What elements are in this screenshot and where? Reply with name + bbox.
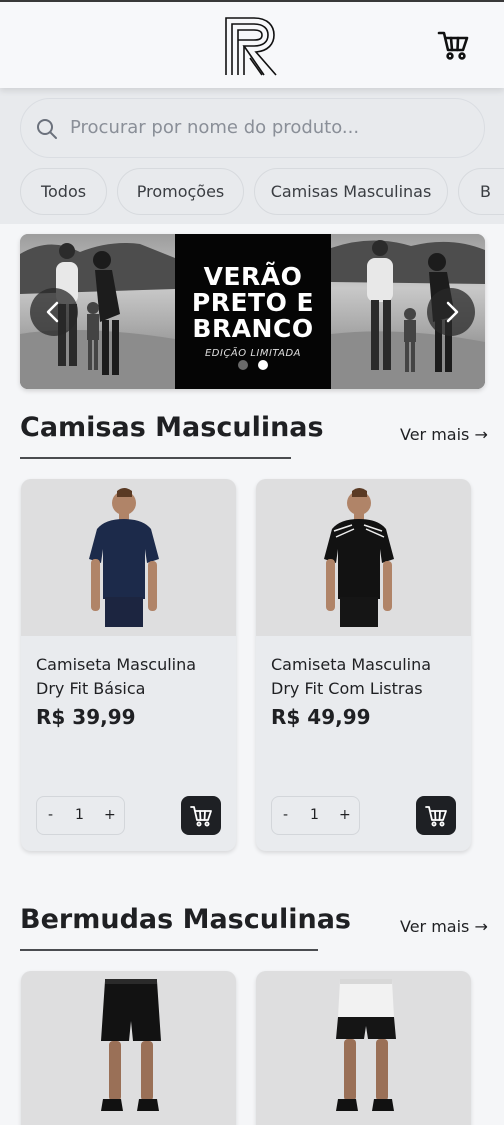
banner-title-line-3: BRANCO bbox=[192, 314, 314, 343]
banner-title-line-2: PRETO E bbox=[191, 288, 315, 317]
add-to-cart-button[interactable] bbox=[181, 796, 221, 835]
product-image[interactable] bbox=[21, 479, 236, 636]
carousel-dot-1[interactable] bbox=[238, 360, 248, 370]
section-title-camisas: Camisas Masculinas bbox=[20, 412, 324, 443]
product-price: R$ 49,99 bbox=[271, 705, 371, 729]
section-underline bbox=[20, 949, 318, 951]
banner-title-line-1: VERÃO bbox=[203, 262, 303, 291]
see-more-bermudas-link[interactable]: Ver mais → bbox=[400, 917, 488, 936]
cart-icon[interactable] bbox=[436, 28, 470, 62]
chevron-right-icon bbox=[446, 301, 459, 323]
product-price: R$ 39,99 bbox=[36, 705, 136, 729]
chip-next-category[interactable]: B bbox=[458, 168, 504, 215]
qty-value: 1 bbox=[75, 807, 84, 823]
banner-center-panel: VERÃO PRETO E BRANCO EDIÇÃO LIMITADA bbox=[175, 234, 331, 389]
man-black-striped-tshirt-photo bbox=[324, 488, 394, 627]
carousel-prev-button[interactable] bbox=[30, 288, 78, 336]
product-card[interactable]: Camiseta Masculina Dry Fit Básica R$ 39,… bbox=[21, 479, 236, 851]
product-image[interactable] bbox=[256, 479, 471, 636]
qty-decrease-button[interactable]: - bbox=[48, 807, 53, 823]
promo-banner-carousel[interactable]: VERÃO PRETO E BRANCO EDIÇÃO LIMITADA bbox=[20, 234, 485, 389]
product-card[interactable] bbox=[256, 971, 471, 1125]
search-placeholder: Procurar por nome do produto... bbox=[70, 117, 360, 138]
search-icon bbox=[37, 119, 57, 139]
product-name[interactable]: Camiseta Masculina Dry Fit Básica bbox=[36, 653, 226, 701]
cart-icon bbox=[425, 806, 447, 827]
section-underline bbox=[20, 457, 291, 459]
chip-camisas-masculinas[interactable]: Camisas Masculinas bbox=[254, 168, 448, 215]
cart-icon bbox=[190, 806, 212, 827]
qty-value: 1 bbox=[310, 807, 319, 823]
banner-subtitle: EDIÇÃO LIMITADA bbox=[204, 348, 301, 359]
qty-increase-button[interactable]: + bbox=[104, 807, 116, 823]
add-to-cart-button[interactable] bbox=[416, 796, 456, 835]
quantity-stepper: - 1 + bbox=[271, 796, 360, 835]
chip-todos[interactable]: Todos bbox=[20, 168, 107, 215]
section-title-bermudas: Bermudas Masculinas bbox=[20, 904, 351, 935]
qty-increase-button[interactable]: + bbox=[339, 807, 351, 823]
see-more-camisas-link[interactable]: Ver mais → bbox=[400, 425, 488, 444]
qty-decrease-button[interactable]: - bbox=[283, 807, 288, 823]
brand-logo[interactable] bbox=[224, 16, 282, 76]
category-chips: Todos Promoções Camisas Masculinas B bbox=[20, 168, 504, 216]
product-image[interactable] bbox=[256, 971, 471, 1125]
product-card[interactable]: Camiseta Masculina Dry Fit Com Listras R… bbox=[256, 479, 471, 851]
carousel-next-button[interactable] bbox=[427, 288, 475, 336]
quantity-stepper: - 1 + bbox=[36, 796, 125, 835]
search-input[interactable]: Procurar por nome do produto... bbox=[20, 98, 485, 158]
search-area: Procurar por nome do produto... Todos Pr… bbox=[0, 88, 504, 224]
product-image[interactable] bbox=[21, 971, 236, 1125]
chevron-left-icon bbox=[46, 301, 59, 323]
product-card[interactable] bbox=[21, 971, 236, 1125]
man-black-shorts-photo bbox=[101, 979, 161, 1111]
chip-promocoes[interactable]: Promoções bbox=[117, 168, 244, 215]
product-name[interactable]: Camiseta Masculina Dry Fit Com Listras bbox=[271, 653, 461, 701]
man-navy-tshirt-photo bbox=[89, 488, 159, 627]
man-white-black-shorts-photo bbox=[336, 979, 396, 1111]
app-header bbox=[0, 2, 504, 88]
carousel-dot-2-active[interactable] bbox=[258, 360, 268, 370]
